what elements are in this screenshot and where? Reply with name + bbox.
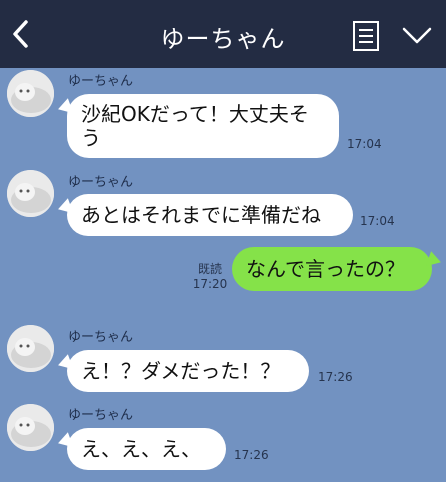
message-text-continued: う [81,126,101,150]
message-bubble[interactable]: え！？ダメだった！？ [67,350,309,392]
message-time: 17:26 [234,448,269,462]
sender-name: ゆーちゃん [68,330,134,345]
message-bubble[interactable]: あとはそれまでに準備だね [67,194,353,236]
seal-avatar-icon [7,325,54,372]
message-bubble-outgoing[interactable]: なんで言ったの？ [232,247,432,291]
sender-name: ゆーちゃん [68,74,134,89]
notes-button[interactable] [351,20,381,52]
message-bubble[interactable]: 沙紀OKだって！大丈夫そ う [67,94,339,158]
message-time: 17:26 [318,370,353,384]
avatar[interactable] [7,70,54,117]
avatar[interactable] [7,325,54,372]
chevron-down-icon [402,27,432,44]
chat-header: ゆーちゃん [0,0,446,68]
message-text: あとはそれまでに準備だね [81,203,321,227]
seal-avatar-icon [7,70,54,117]
notes-icon [353,21,379,51]
sender-name: ゆーちゃん [68,175,134,190]
avatar[interactable] [7,404,54,451]
collapse-button[interactable] [400,26,434,46]
read-receipt: 既読 17:20 [192,262,228,292]
read-label: 既読 [197,262,222,276]
sender-name: ゆーちゃん [68,408,134,423]
seal-avatar-icon [7,170,54,217]
message-text: え、え、え、 [81,437,201,461]
avatar[interactable] [7,170,54,217]
message-time: 17:04 [347,137,382,151]
message-text: 沙紀OKだって！大丈夫そ [81,102,309,126]
message-text: なんで言ったの？ [246,257,405,281]
message-text: え！？ダメだった！？ [81,359,281,383]
message-time: 17:20 [192,277,228,291]
message-bubble[interactable]: え、え、え、 [67,428,226,470]
seal-avatar-icon [7,404,54,451]
message-time: 17:04 [360,214,395,228]
